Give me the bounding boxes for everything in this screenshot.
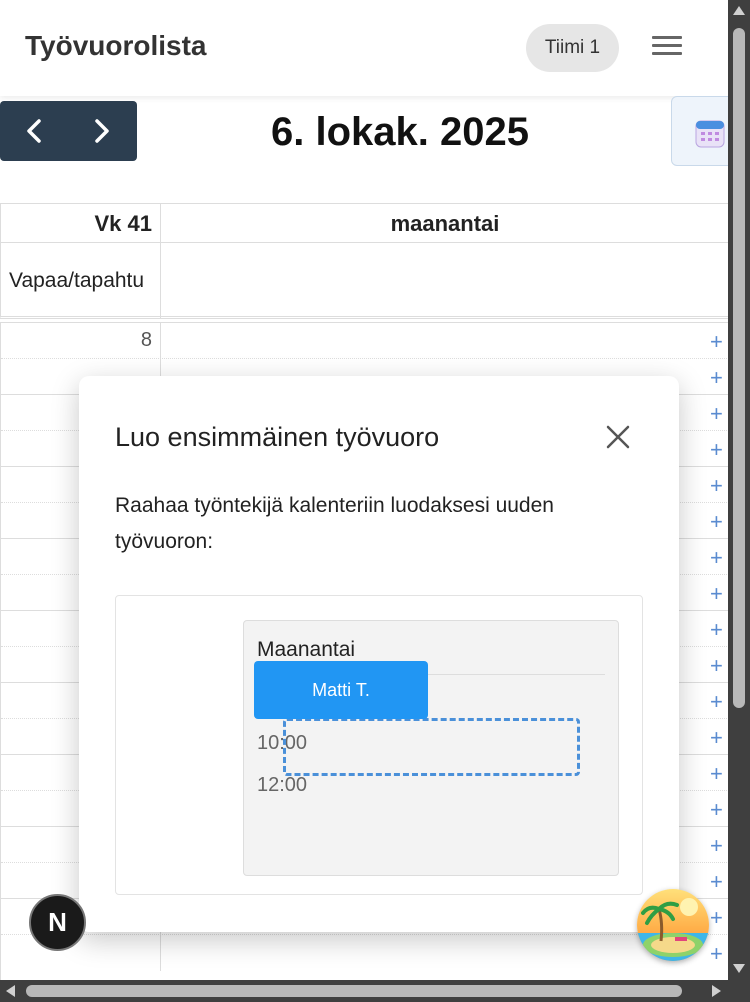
- vacation-button[interactable]: [637, 889, 709, 961]
- plus-icon[interactable]: +: [710, 547, 723, 569]
- onboarding-modal: Luo ensimmäinen työvuoro Raahaa työnteki…: [79, 376, 679, 932]
- plus-icon[interactable]: +: [710, 871, 723, 893]
- modal-description: Raahaa työntekijä kalenteriin luodaksesi…: [115, 494, 554, 553]
- scroll-left-icon[interactable]: [6, 985, 15, 997]
- plus-icon[interactable]: +: [710, 943, 723, 965]
- plus-icon[interactable]: +: [710, 763, 723, 785]
- chevron-right-icon: [95, 119, 109, 143]
- day-header[interactable]: maanantai: [161, 204, 729, 244]
- plus-icon[interactable]: +: [710, 619, 723, 641]
- demo-employee-chip: Matti T.: [254, 661, 428, 719]
- next-day-button[interactable]: [68, 101, 136, 161]
- drag-demo-illustration: Maanantai 10:00 12:00 Matti T.: [115, 595, 643, 895]
- team-selector-button[interactable]: Tiimi 1: [526, 24, 619, 72]
- current-date-title: 6. lokak. 2025: [271, 110, 529, 154]
- time-axis-cell: 8: [1, 323, 161, 359]
- demo-day-column: Maanantai 10:00 12:00 Matti T.: [243, 620, 619, 876]
- hamburger-menu-icon[interactable]: [652, 36, 682, 60]
- plus-icon[interactable]: +: [710, 655, 723, 677]
- calendar-icon: [695, 120, 725, 148]
- vertical-scrollbar[interactable]: [728, 0, 750, 980]
- time-axis-cell: [1, 935, 161, 971]
- demo-time-label: 12:00: [257, 774, 308, 796]
- plus-icon[interactable]: +: [710, 907, 723, 929]
- plus-icon[interactable]: +: [710, 475, 723, 497]
- horizontal-scrollbar[interactable]: [0, 980, 750, 1002]
- chevron-left-icon: [27, 119, 41, 143]
- close-icon[interactable]: [605, 424, 631, 450]
- scroll-up-icon[interactable]: [733, 6, 745, 15]
- palm-beach-icon: [637, 889, 709, 961]
- all-day-label: Vapaa/tapahtu: [1, 243, 161, 318]
- previous-day-button[interactable]: [0, 101, 68, 161]
- horizontal-scroll-thumb[interactable]: [26, 985, 682, 997]
- plus-icon[interactable]: +: [710, 583, 723, 605]
- week-number: Vk 41: [1, 204, 161, 244]
- time-slot-row[interactable]: +: [1, 934, 729, 971]
- scroll-down-icon[interactable]: [733, 964, 745, 973]
- plus-icon[interactable]: +: [710, 511, 723, 533]
- plus-icon[interactable]: +: [710, 331, 723, 353]
- app-title: Työvuorolista: [25, 30, 207, 61]
- scroll-right-icon[interactable]: [712, 985, 721, 997]
- date-navigation: [0, 101, 137, 161]
- plus-icon[interactable]: +: [710, 691, 723, 713]
- modal-title: Luo ensimmäinen työvuoro: [115, 422, 440, 452]
- demo-day-name: Maanantai: [257, 638, 356, 661]
- plus-icon[interactable]: +: [710, 367, 723, 389]
- vertical-scroll-thumb[interactable]: [733, 28, 745, 708]
- plus-icon[interactable]: +: [710, 799, 723, 821]
- app-header: Työvuorolista Tiimi 1: [0, 0, 728, 96]
- all-day-row[interactable]: Vapaa/tapahtu: [0, 243, 728, 319]
- time-slot-row[interactable]: 8 +: [1, 322, 729, 359]
- hour-label: 8: [140, 329, 152, 351]
- plus-icon[interactable]: +: [710, 439, 723, 461]
- plus-icon[interactable]: +: [710, 835, 723, 857]
- framework-dev-badge[interactable]: N: [29, 894, 86, 951]
- plus-icon[interactable]: +: [710, 727, 723, 749]
- plus-icon[interactable]: +: [710, 403, 723, 425]
- calendar-header-row: Vk 41 maanantai: [0, 203, 729, 244]
- demo-drop-target: [283, 718, 580, 776]
